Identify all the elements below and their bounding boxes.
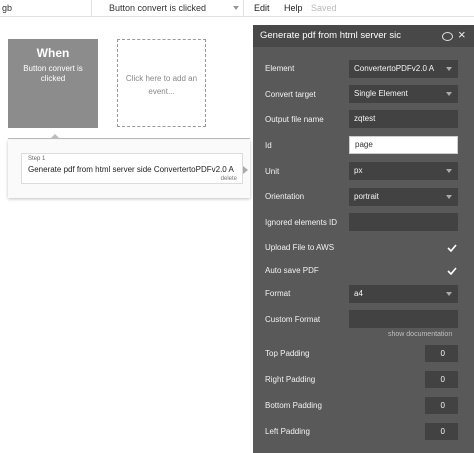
bottom-padding-label: Bottom Padding xyxy=(265,401,322,410)
top-toolbar: gb Button convert is clicked Edit Help S… xyxy=(0,0,474,17)
page-dropdown[interactable]: gb xyxy=(0,0,92,16)
upload-aws-label: Upload File to AWS xyxy=(265,243,335,252)
convert-target-label: Convert target xyxy=(265,90,316,99)
chevron-down-icon xyxy=(446,195,452,199)
event-card-title: When xyxy=(36,46,70,60)
id-label: Id xyxy=(265,141,272,150)
action-property-panel: Generate pdf from html server sic × Elem… xyxy=(253,25,474,453)
page-dropdown-value: gb xyxy=(2,3,13,13)
id-input[interactable]: page xyxy=(349,136,458,154)
right-padding-input[interactable]: 0 xyxy=(425,371,458,388)
step-title: Generate pdf from html server side Conve… xyxy=(28,165,234,174)
menu-edit[interactable]: Edit xyxy=(254,0,270,16)
right-padding-label: Right Padding xyxy=(265,375,316,384)
unit-value: px xyxy=(354,166,363,175)
add-step-arrow-icon[interactable] xyxy=(243,166,248,174)
output-file-name-value: zqtest xyxy=(354,114,376,123)
custom-format-input[interactable] xyxy=(349,310,458,328)
custom-format-label: Custom Format xyxy=(265,315,321,324)
output-file-name-label: Output file name xyxy=(265,115,324,124)
chevron-down-icon xyxy=(233,6,239,10)
add-event-text-2: event... xyxy=(148,87,175,96)
unit-select[interactable]: px xyxy=(349,162,458,180)
left-padding-input[interactable]: 0 xyxy=(425,423,458,440)
divider xyxy=(8,138,250,139)
ignored-elements-input[interactable] xyxy=(349,213,458,231)
event-card[interactable]: When Button convert is clicked xyxy=(8,39,98,128)
unit-label: Unit xyxy=(265,167,280,176)
format-select[interactable]: a4 xyxy=(349,285,458,303)
chevron-down-icon xyxy=(446,92,452,96)
step-card[interactable]: Step 1 Generate pdf from html server sid… xyxy=(21,153,243,184)
upload-aws-checkbox[interactable] xyxy=(447,244,457,252)
orientation-value: portrait xyxy=(354,192,379,201)
format-label: Format xyxy=(265,289,291,298)
format-value: a4 xyxy=(354,289,363,298)
orientation-select[interactable]: portrait xyxy=(349,188,458,206)
step-number: Step 1 xyxy=(28,156,46,162)
panel-header: Generate pdf from html server sic × xyxy=(253,25,474,47)
top-padding-value: 0 xyxy=(440,349,445,358)
element-select[interactable]: ConvertertoPDFv2.0 A xyxy=(349,60,458,78)
left-padding-label: Left Padding xyxy=(265,427,310,436)
checkmark-icon xyxy=(447,267,457,275)
ignored-elements-label: Ignored elements ID xyxy=(265,218,338,227)
show-documentation-link[interactable]: show documentation xyxy=(388,331,452,338)
event-dropdown[interactable]: Button convert is clicked xyxy=(103,0,244,16)
menu-help[interactable]: Help xyxy=(284,0,303,16)
output-file-name-input[interactable]: zqtest xyxy=(349,110,458,128)
event-pointer-icon xyxy=(50,134,60,139)
add-event-text-1: Click here to add an xyxy=(125,74,198,83)
id-value: page xyxy=(355,140,373,149)
close-icon[interactable]: × xyxy=(458,27,466,43)
top-padding-input[interactable]: 0 xyxy=(425,345,458,362)
checkmark-icon xyxy=(447,244,457,252)
comment-icon[interactable] xyxy=(442,32,453,41)
top-padding-label: Top Padding xyxy=(265,349,310,358)
add-event-placeholder[interactable]: Click here to add an event... xyxy=(117,39,206,127)
chevron-down-icon xyxy=(446,67,452,71)
convert-target-select[interactable]: Single Element xyxy=(349,85,458,103)
bottom-padding-value: 0 xyxy=(440,401,445,410)
right-padding-value: 0 xyxy=(440,375,445,384)
chevron-down-icon xyxy=(446,169,452,173)
element-select-value: ConvertertoPDFv2.0 A xyxy=(354,64,435,73)
chevron-down-icon xyxy=(446,292,452,296)
auto-save-checkbox[interactable] xyxy=(447,267,457,275)
bottom-padding-input[interactable]: 0 xyxy=(425,397,458,414)
step-delete-link[interactable]: delete xyxy=(221,176,237,182)
event-dropdown-value: Button convert is clicked xyxy=(109,3,207,13)
left-padding-value: 0 xyxy=(440,427,445,436)
convert-target-value: Single Element xyxy=(354,89,408,98)
auto-save-label: Auto save PDF xyxy=(265,266,319,275)
panel-title: Generate pdf from html server sic xyxy=(260,30,401,41)
element-label: Element xyxy=(265,64,295,73)
orientation-label: Orientation xyxy=(265,192,305,201)
event-card-description: Button convert is clicked xyxy=(23,64,83,83)
saved-status: Saved xyxy=(311,3,337,13)
